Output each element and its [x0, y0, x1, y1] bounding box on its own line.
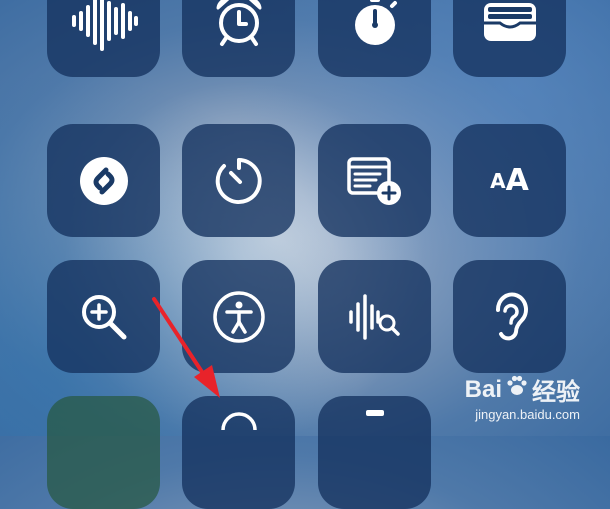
text-size-big-a: A — [505, 162, 529, 198]
watermark-logo-text-jingyan: 经验 — [532, 379, 580, 406]
watermark-logo-text-bai: Bai — [464, 375, 502, 403]
text-size-small-a: A — [490, 168, 506, 193]
partial-tile-3[interactable] — [318, 396, 431, 509]
accessibility-shortcut-button[interactable] — [182, 260, 295, 373]
quick-note-button[interactable] — [318, 124, 431, 237]
timer-icon — [214, 156, 264, 206]
quick-note-icon — [346, 155, 404, 207]
text-size-button[interactable]: AA — [453, 124, 566, 237]
partial-tile-2[interactable] — [182, 396, 295, 509]
partial-tile-1[interactable] — [47, 396, 160, 509]
alarm-button[interactable] — [182, 0, 295, 77]
baidu-jingyan-watermark: Bai 经验 jingyan.baidu.com — [465, 372, 580, 423]
alarm-clock-icon — [212, 0, 266, 48]
timer-button[interactable] — [182, 124, 295, 237]
wallet-icon — [482, 0, 538, 43]
wallet-button[interactable] — [453, 0, 566, 77]
unknown-icon — [366, 410, 384, 420]
stopwatch-button[interactable] — [318, 0, 431, 77]
unknown-icon — [219, 410, 259, 430]
shazam-button[interactable] — [47, 124, 160, 237]
magnifier-icon — [79, 292, 129, 342]
voice-memos-button[interactable] — [47, 0, 160, 77]
text-size-icon: AA — [490, 162, 529, 198]
hearing-button[interactable] — [453, 260, 566, 373]
magnifier-button[interactable] — [47, 260, 160, 373]
accessibility-icon — [212, 290, 266, 344]
watermark-url: jingyan.baidu.com — [475, 407, 580, 422]
sound-recognition-icon — [347, 292, 403, 342]
ear-icon — [488, 290, 532, 344]
paw-icon — [505, 374, 529, 405]
sound-recognition-button[interactable] — [318, 260, 431, 373]
waveform-icon — [69, 0, 139, 51]
stopwatch-icon — [350, 0, 400, 48]
watermark-logo: Bai 经验 — [465, 372, 580, 407]
shazam-icon — [79, 156, 129, 206]
